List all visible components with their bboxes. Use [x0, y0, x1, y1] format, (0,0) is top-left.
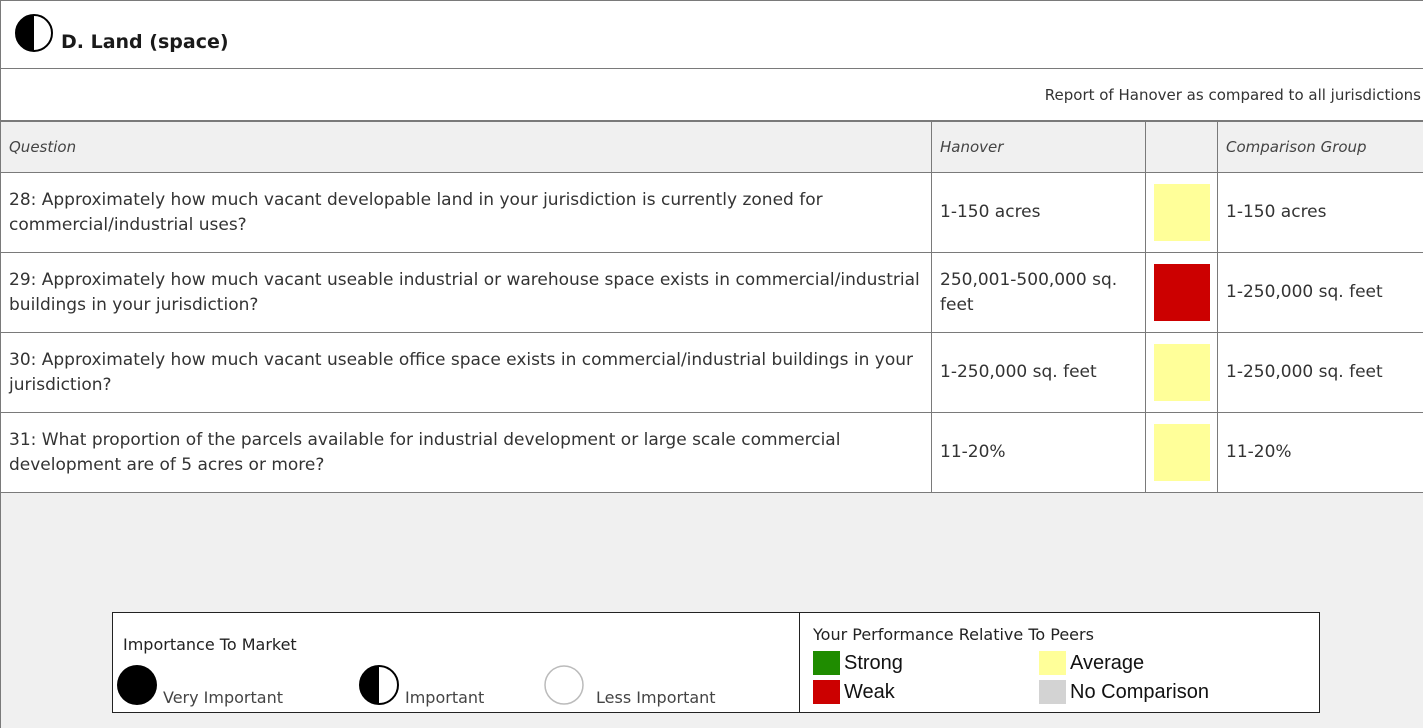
performance-swatch: [1153, 424, 1210, 481]
legend-no-comparison-label: No Comparison: [1070, 680, 1209, 703]
table-header-row: Question Hanover Comparison Group: [0, 121, 1423, 173]
performance-legend-title: Your Performance Relative To Peers: [813, 625, 1094, 644]
question-text: 29: Approximately how much vacant useabl…: [0, 252, 932, 333]
legend-average-label: Average: [1070, 651, 1145, 674]
performance-cell: [1145, 332, 1218, 413]
legend-important: Important: [357, 663, 484, 707]
header-comparison: Comparison Group: [1217, 121, 1423, 173]
average-swatch: [1039, 651, 1066, 675]
comparison-value: 1-250,000 sq. feet: [1217, 252, 1423, 333]
comparison-value: 1-150 acres: [1217, 172, 1423, 253]
performance-swatch: [1153, 264, 1210, 321]
legend-no-comparison: No Comparison: [1039, 680, 1209, 704]
legend-less-important: Less Important: [542, 663, 716, 707]
legend-divider: [799, 613, 800, 712]
no-comparison-swatch: [1039, 680, 1066, 704]
header-hanover: Hanover: [931, 121, 1146, 173]
question-text: 28: Approximately how much vacant develo…: [0, 172, 932, 253]
legend-very-important-label: Very Important: [163, 688, 283, 707]
legend-weak-label: Weak: [844, 680, 895, 703]
question-text: 30: Approximately how much vacant useabl…: [0, 332, 932, 413]
comparison-value: 1-250,000 sq. feet: [1217, 332, 1423, 413]
half-circle-icon: [359, 665, 399, 705]
weak-swatch: [813, 680, 840, 704]
strong-swatch: [813, 651, 840, 675]
performance-cell: [1145, 412, 1218, 493]
section-title: D. Land (space): [61, 31, 229, 53]
comparison-value: 11-20%: [1217, 412, 1423, 493]
header-question: Question: [0, 121, 932, 173]
performance-cell: [1145, 252, 1218, 333]
hanover-value: 11-20%: [931, 412, 1146, 493]
legend-strong: Strong: [813, 651, 903, 675]
full-circle-icon: [117, 665, 157, 705]
performance-swatch: [1153, 344, 1210, 401]
legend-weak: Weak: [813, 680, 895, 704]
empty-circle-icon: [544, 665, 584, 705]
hanover-value: 1-250,000 sq. feet: [931, 332, 1146, 413]
legend-strong-label: Strong: [844, 651, 903, 674]
hanover-value: 1-150 acres: [931, 172, 1146, 253]
performance-cell: [1145, 172, 1218, 253]
table-row: 28: Approximately how much vacant develo…: [0, 172, 1423, 253]
questions-table: Question Hanover Comparison Group 28: Ap…: [0, 121, 1423, 493]
hanover-value: 250,001-500,000 sq. feet: [931, 252, 1146, 333]
legend-less-important-label: Less Important: [596, 688, 716, 707]
importance-legend-title: Importance To Market: [123, 635, 297, 654]
performance-swatch: [1153, 184, 1210, 241]
table-row: 29: Approximately how much vacant useabl…: [0, 252, 1423, 333]
section-header: D. Land (space): [0, 0, 1423, 69]
legend: Importance To Market Very Important Impo…: [112, 612, 1320, 713]
legend-average: Average: [1039, 651, 1144, 675]
table-row: 30: Approximately how much vacant useabl…: [0, 332, 1423, 413]
header-indicator: [1145, 121, 1218, 173]
legend-important-label: Important: [405, 688, 485, 707]
half-circle-icon: [15, 14, 53, 52]
question-text: 31: What proportion of the parcels avail…: [0, 412, 932, 493]
legend-very-important: Very Important: [115, 663, 283, 707]
report-caption: Report of Hanover as compared to all jur…: [1044, 86, 1421, 104]
table-row: 31: What proportion of the parcels avail…: [0, 412, 1423, 493]
report-caption-row: Report of Hanover as compared to all jur…: [0, 69, 1423, 121]
